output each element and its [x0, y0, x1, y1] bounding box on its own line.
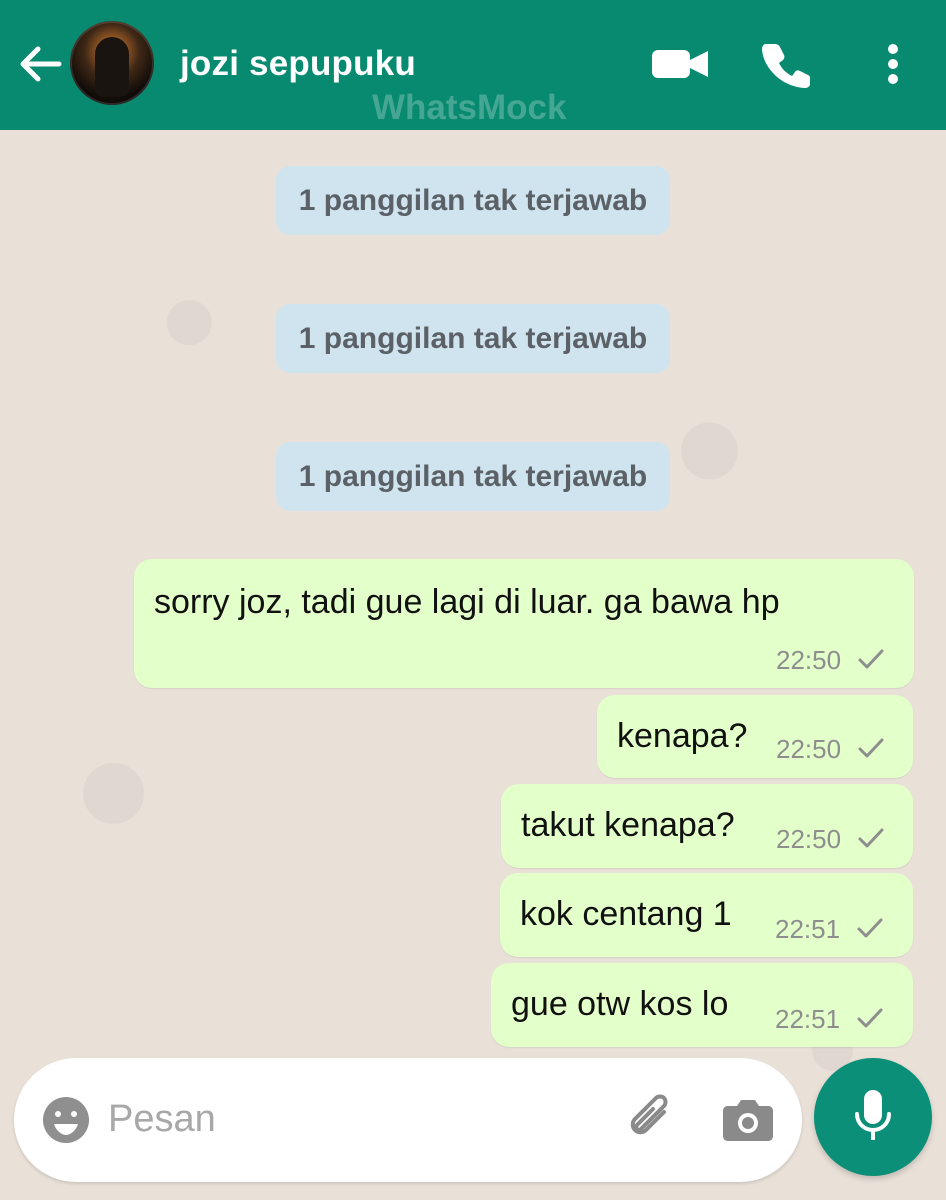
message-time: 22:51 [775, 914, 841, 944]
avatar-figure [95, 37, 129, 97]
message-time: 22:50 [776, 645, 842, 675]
chat-area[interactable]: 1 panggilan tak terjawab 1 panggilan tak… [0, 130, 946, 1200]
message-text: gue otw kos lo [511, 985, 729, 1023]
message-text: kok centang 1 [520, 895, 732, 933]
sent-check-icon [858, 828, 884, 848]
missed-call-notice: 1 panggilan tak terjawab [276, 442, 670, 511]
outgoing-message-bubble[interactable]: kenapa? 22:50 [597, 695, 913, 778]
more-options-icon[interactable] [880, 42, 906, 86]
message-text: sorry joz, tadi gue lagi di luar. ga baw… [154, 583, 780, 621]
microphone-icon [855, 1090, 891, 1140]
message-time: 22:51 [775, 1004, 841, 1034]
missed-call-notice: 1 panggilan tak terjawab [276, 304, 670, 373]
missed-call-notice: 1 panggilan tak terjawab [276, 166, 670, 235]
sent-check-icon [858, 649, 884, 669]
outgoing-message-bubble[interactable]: kok centang 1 22:51 [500, 873, 913, 957]
missed-call-label: 1 panggilan tak terjawab [298, 183, 648, 217]
emoji-icon[interactable] [40, 1094, 92, 1146]
message-input-placeholder[interactable]: Pesan [108, 1098, 216, 1141]
sent-check-icon [858, 738, 884, 758]
outgoing-message-bubble[interactable]: takut kenapa? 22:50 [501, 784, 913, 868]
contact-name[interactable]: jozi sepupuku [180, 44, 416, 84]
sent-check-icon [857, 918, 883, 938]
voice-call-icon[interactable] [762, 40, 810, 88]
message-time: 22:50 [776, 734, 842, 764]
video-call-icon[interactable] [650, 45, 710, 83]
voice-message-button[interactable] [814, 1058, 932, 1176]
camera-icon[interactable] [720, 1096, 776, 1144]
contact-avatar[interactable] [70, 21, 154, 105]
missed-call-label: 1 panggilan tak terjawab [298, 459, 648, 493]
paperclip-icon[interactable] [624, 1092, 680, 1150]
missed-call-label: 1 panggilan tak terjawab [298, 321, 648, 355]
chat-header: jozi sepupuku WhatsMock [0, 0, 946, 130]
watermark-text: WhatsMock [372, 88, 567, 127]
outgoing-message-bubble[interactable]: sorry joz, tadi gue lagi di luar. ga baw… [134, 559, 914, 688]
message-composer[interactable]: Pesan [14, 1058, 802, 1182]
message-text: kenapa? [617, 717, 748, 755]
message-text: takut kenapa? [521, 806, 735, 844]
message-time: 22:50 [776, 824, 842, 854]
back-arrow-icon[interactable] [18, 44, 62, 84]
outgoing-message-bubble[interactable]: gue otw kos lo 22:51 [491, 963, 913, 1047]
sent-check-icon [857, 1008, 883, 1028]
